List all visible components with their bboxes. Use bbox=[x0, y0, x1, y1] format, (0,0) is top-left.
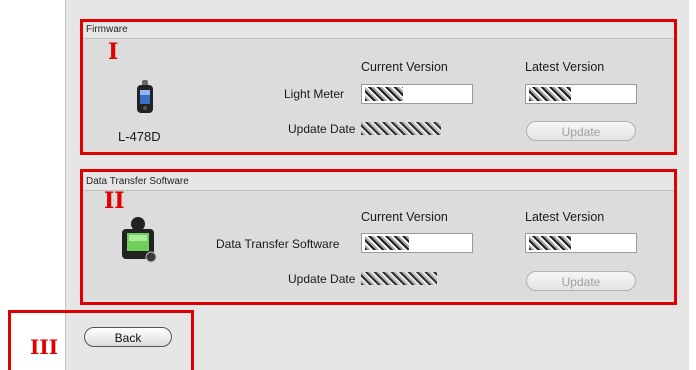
annotation-marker-2: II bbox=[104, 188, 125, 214]
annotation-box-data-transfer bbox=[80, 169, 677, 305]
annotation-marker-1: I bbox=[108, 39, 119, 65]
annotation-box-firmware bbox=[80, 19, 677, 155]
annotation-marker-3: III bbox=[30, 335, 59, 359]
